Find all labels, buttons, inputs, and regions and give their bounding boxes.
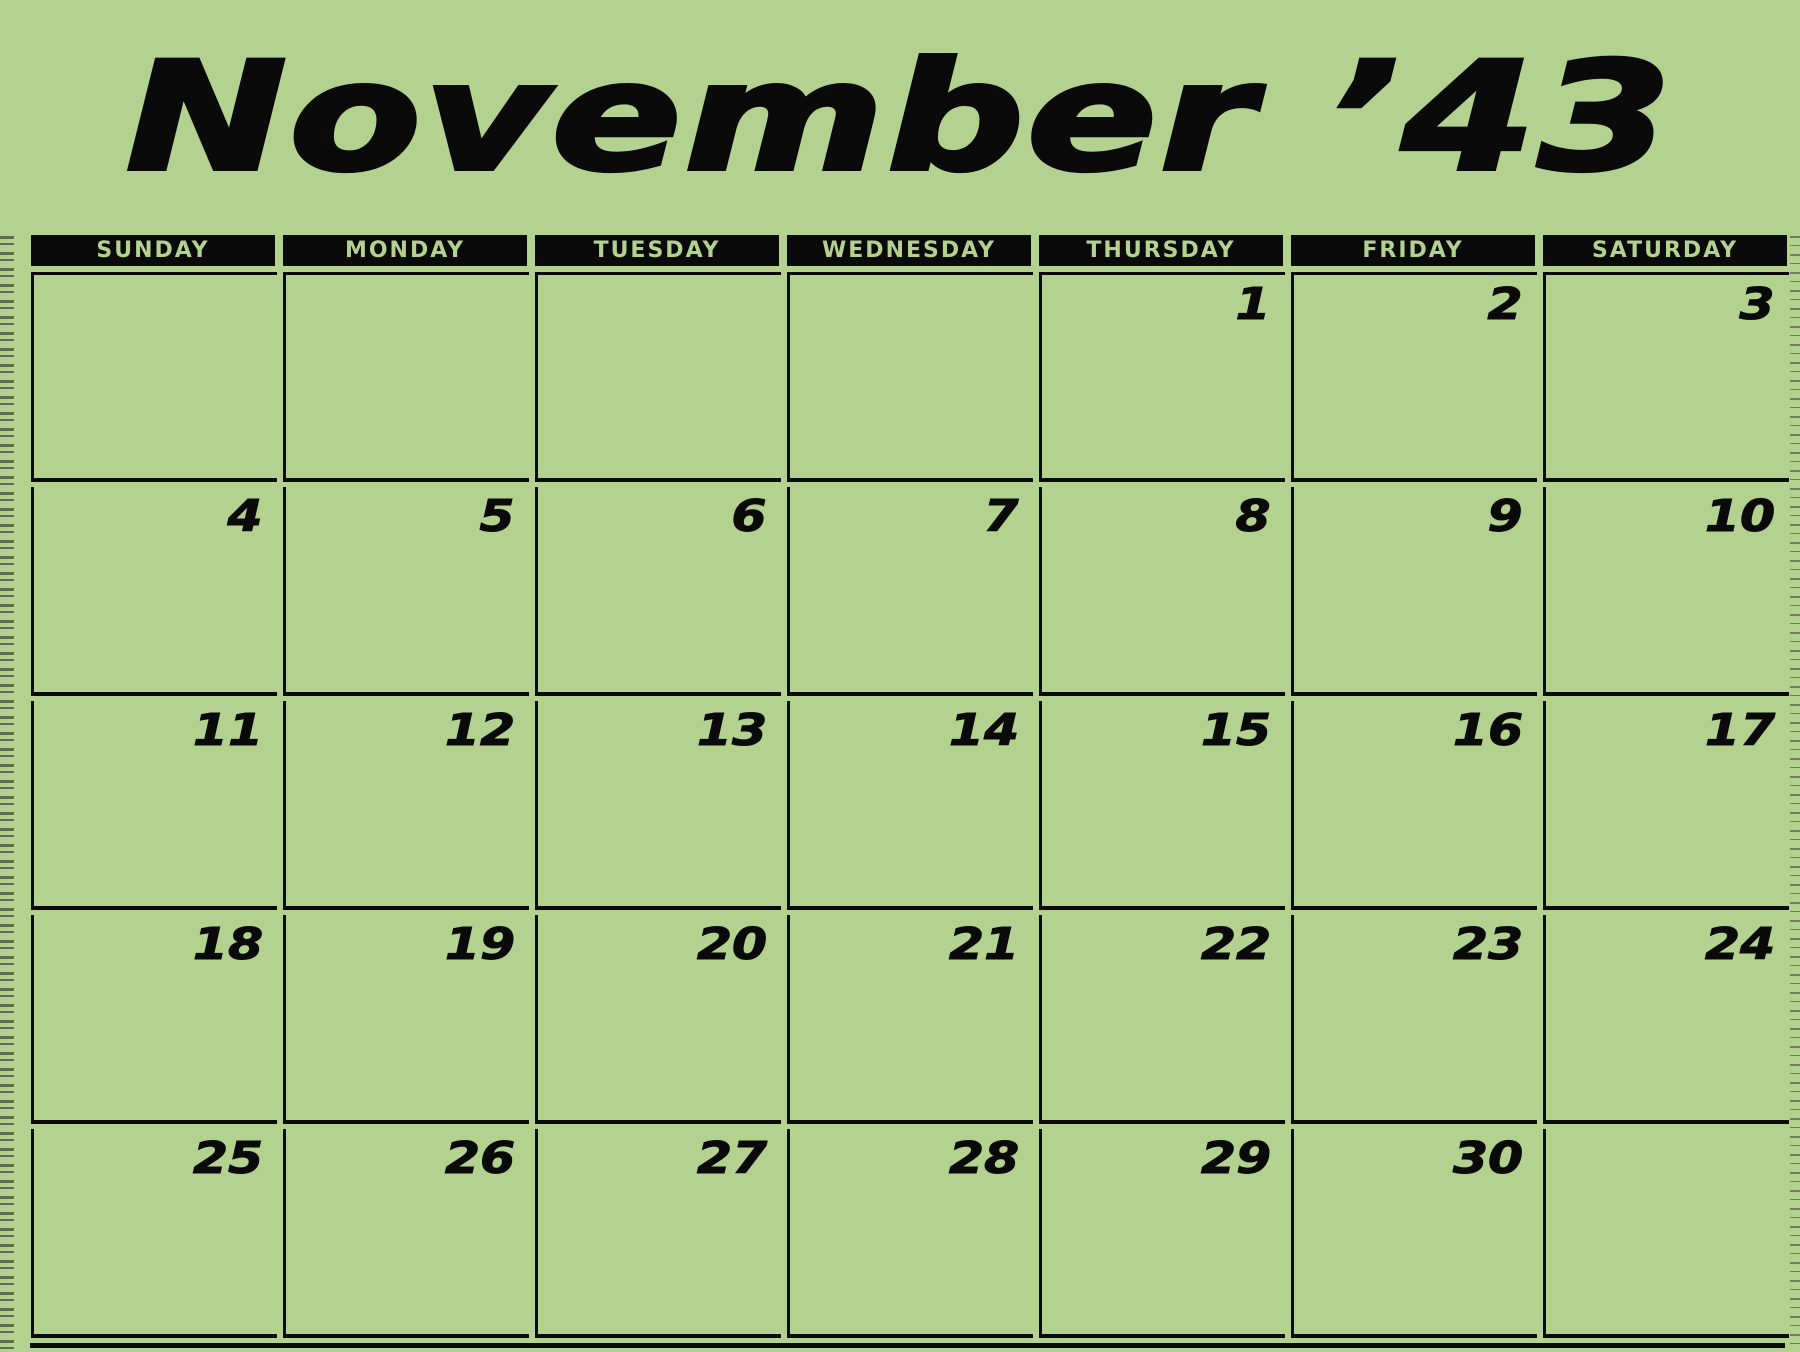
day-cell[interactable]: 11: [31, 701, 277, 910]
day-number: 5: [479, 491, 515, 542]
day-cell[interactable]: [31, 272, 277, 482]
calendar-title: November ’43: [123, 31, 1675, 205]
weekday-header-saturday: SATURDAY: [1543, 235, 1787, 266]
day-number: 7: [983, 491, 1019, 542]
day-cell[interactable]: [283, 272, 529, 482]
day-number: 19: [444, 919, 516, 970]
day-number: 16: [1452, 705, 1524, 756]
day-cell[interactable]: 6: [535, 487, 781, 696]
day-number: 8: [1235, 491, 1271, 542]
weekday-header-monday: MONDAY: [283, 235, 527, 266]
day-cell[interactable]: 19: [283, 915, 529, 1124]
day-cell[interactable]: 1: [1039, 272, 1285, 482]
day-number: 20: [696, 919, 768, 970]
day-number: 26: [444, 1133, 516, 1184]
day-cell[interactable]: 2: [1291, 272, 1537, 482]
weekday-header-thursday: THURSDAY: [1039, 235, 1283, 266]
day-number: 24: [1704, 919, 1776, 970]
weekday-header-wednesday: WEDNESDAY: [787, 235, 1031, 266]
day-number: 30: [1452, 1133, 1524, 1184]
day-cell[interactable]: 27: [535, 1129, 781, 1338]
day-number: 1: [1235, 279, 1271, 330]
day-cell[interactable]: 18: [31, 915, 277, 1124]
day-number: 11: [192, 705, 264, 756]
day-cell[interactable]: 14: [787, 701, 1033, 910]
day-cell[interactable]: 23: [1291, 915, 1537, 1124]
day-number: 13: [696, 705, 768, 756]
day-cell[interactable]: 20: [535, 915, 781, 1124]
day-number: 18: [192, 919, 264, 970]
day-cell[interactable]: 7: [787, 487, 1033, 696]
day-cell[interactable]: 16: [1291, 701, 1537, 910]
day-number: 12: [444, 705, 516, 756]
day-number: 28: [948, 1133, 1020, 1184]
day-cell[interactable]: 22: [1039, 915, 1285, 1124]
day-cell[interactable]: 5: [283, 487, 529, 696]
day-number: 4: [227, 491, 263, 542]
day-cell[interactable]: 30: [1291, 1129, 1537, 1338]
day-number: 27: [696, 1133, 768, 1184]
day-number: 17: [1704, 705, 1776, 756]
bottom-rule: [30, 1343, 1785, 1348]
day-cell[interactable]: 25: [31, 1129, 277, 1338]
day-number: 10: [1704, 491, 1776, 542]
day-cell[interactable]: 13: [535, 701, 781, 910]
day-cell[interactable]: 24: [1543, 915, 1789, 1124]
day-cell[interactable]: 8: [1039, 487, 1285, 696]
day-number: 9: [1487, 491, 1523, 542]
day-number: 22: [1200, 919, 1272, 970]
day-cell[interactable]: 9: [1291, 487, 1537, 696]
day-cell[interactable]: [787, 272, 1033, 482]
day-cell[interactable]: 12: [283, 701, 529, 910]
day-number: 23: [1452, 919, 1524, 970]
day-number: 29: [1200, 1133, 1272, 1184]
day-number: 25: [192, 1133, 264, 1184]
weekday-header-friday: FRIDAY: [1291, 235, 1535, 266]
day-cell[interactable]: 3: [1543, 272, 1789, 482]
day-cell[interactable]: 17: [1543, 701, 1789, 910]
day-cell[interactable]: 21: [787, 915, 1033, 1124]
weekday-header-sunday: SUNDAY: [31, 235, 275, 266]
day-number: 6: [731, 491, 767, 542]
day-number: 15: [1200, 705, 1272, 756]
day-cell[interactable]: 10: [1543, 487, 1789, 696]
day-cell[interactable]: 29: [1039, 1129, 1285, 1338]
day-number: 21: [948, 919, 1020, 970]
day-cell[interactable]: [535, 272, 781, 482]
day-cell[interactable]: [1543, 1129, 1789, 1338]
day-cell[interactable]: 28: [787, 1129, 1033, 1338]
day-number: 2: [1487, 279, 1523, 330]
left-grunge-border: [0, 236, 14, 1352]
day-number: 14: [948, 705, 1020, 756]
day-cell[interactable]: 15: [1039, 701, 1285, 910]
day-number: 3: [1739, 279, 1775, 330]
right-grunge-border: [1790, 236, 1800, 1352]
day-cell[interactable]: 26: [283, 1129, 529, 1338]
day-cell[interactable]: 4: [31, 487, 277, 696]
weekday-header-tuesday: TUESDAY: [535, 235, 779, 266]
